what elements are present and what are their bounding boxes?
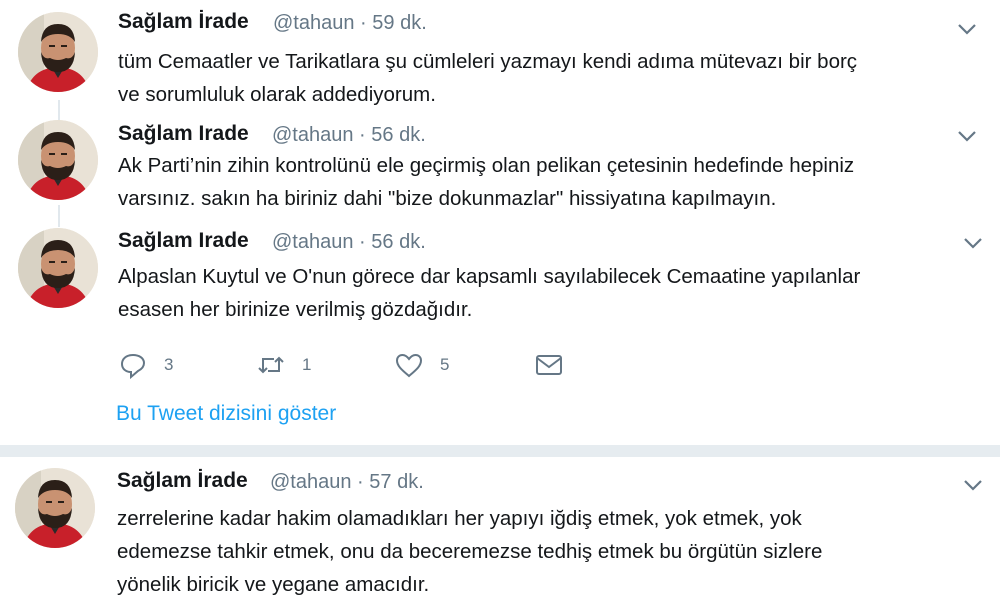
avatar-image (18, 12, 98, 92)
avatar-image (18, 120, 98, 200)
handle[interactable]: @tahaun (272, 231, 353, 253)
like-button[interactable]: 5 (394, 347, 449, 383)
chevron-down-icon[interactable] (956, 129, 978, 143)
thread-line (58, 100, 60, 122)
avatar[interactable] (18, 120, 98, 200)
tweet-text-line: varsınız. sakın ha biriniz dahi "bize do… (118, 187, 777, 210)
display-name[interactable]: Sağlam Irade (118, 229, 249, 253)
tweet-meta: @tahaun · 57 dk. (270, 471, 424, 494)
tweet-actions: 3 1 5 (118, 347, 578, 383)
tweet-text-line: edemezse tahkir etmek, onu da beceremezs… (117, 540, 823, 563)
reply-icon (120, 353, 146, 380)
tweet-text-line: esasen her birinize verilmiş gözdağıdır. (118, 298, 473, 321)
tweet-meta: @tahaun · 56 dk. (272, 231, 426, 254)
tweet-text: Ak Parti’nin zihin kontrolünü ele geçirm… (118, 149, 978, 215)
handle[interactable]: @tahaun (270, 471, 351, 493)
tweet-text: zerrelerine kadar hakim olamadıkları her… (117, 502, 977, 601)
tweet-meta: @tahaun · 59 dk. (273, 12, 427, 35)
timestamp[interactable]: 59 dk. (372, 12, 426, 34)
tweet-text: tüm Cemaatler ve Tarikatlara şu cümleler… (118, 45, 978, 111)
tweet-text-line: Alpaslan Kuytul ve O'nun görece dar kaps… (118, 265, 861, 288)
tweet-text-line: zerrelerine kadar hakim olamadıkları her… (117, 507, 802, 530)
tweet-text-line: Ak Parti’nin zihin kontrolünü ele geçirm… (118, 154, 855, 177)
display-name[interactable]: Sağlam İrade (118, 10, 249, 34)
handle[interactable]: @tahaun (272, 124, 353, 146)
chevron-down-icon[interactable] (956, 22, 978, 36)
chevron-down-icon[interactable] (962, 236, 984, 250)
timestamp[interactable]: 56 dk. (371, 124, 425, 146)
timestamp[interactable]: 56 dk. (371, 231, 425, 253)
show-thread-link[interactable]: Bu Tweet dizisini göster (116, 402, 336, 426)
envelope-icon (536, 355, 562, 375)
thread-line (58, 205, 60, 227)
retweet-icon (258, 356, 284, 374)
display-name[interactable]: Sağlam Irade (118, 122, 249, 146)
tweet-text-line: ve sorumluluk olarak addediyorum. (118, 83, 436, 106)
reply-count: 3 (164, 355, 174, 374)
like-count: 5 (440, 355, 450, 374)
separator-dot: · (359, 124, 366, 146)
timestamp[interactable]: 57 dk. (369, 471, 423, 493)
heart-icon (395, 353, 423, 378)
tweet-text-line: yönelik biricik ve yegane amacıdır. (117, 573, 430, 596)
chevron-down-icon[interactable] (962, 478, 984, 492)
tweet-meta: @tahaun · 56 dk. (272, 124, 426, 147)
retweet-count: 1 (302, 355, 312, 374)
separator-dot: · (359, 231, 366, 253)
tweet-text-line: tüm Cemaatler ve Tarikatlara şu cümleler… (118, 50, 858, 73)
separator-dot: · (357, 471, 364, 493)
tweet-divider (0, 445, 1000, 457)
dm-button[interactable] (534, 347, 564, 383)
tweet-text: Alpaslan Kuytul ve O'nun görece dar kaps… (118, 260, 978, 326)
reply-button[interactable]: 3 (118, 347, 173, 383)
display-name[interactable]: Sağlam İrade (117, 469, 248, 493)
avatar-image (15, 468, 95, 548)
avatar[interactable] (15, 468, 95, 548)
handle[interactable]: @tahaun (273, 12, 354, 34)
avatar[interactable] (18, 228, 98, 308)
avatar-image (18, 228, 98, 308)
avatar[interactable] (18, 12, 98, 92)
retweet-button[interactable]: 1 (256, 347, 311, 383)
separator-dot: · (360, 12, 367, 34)
